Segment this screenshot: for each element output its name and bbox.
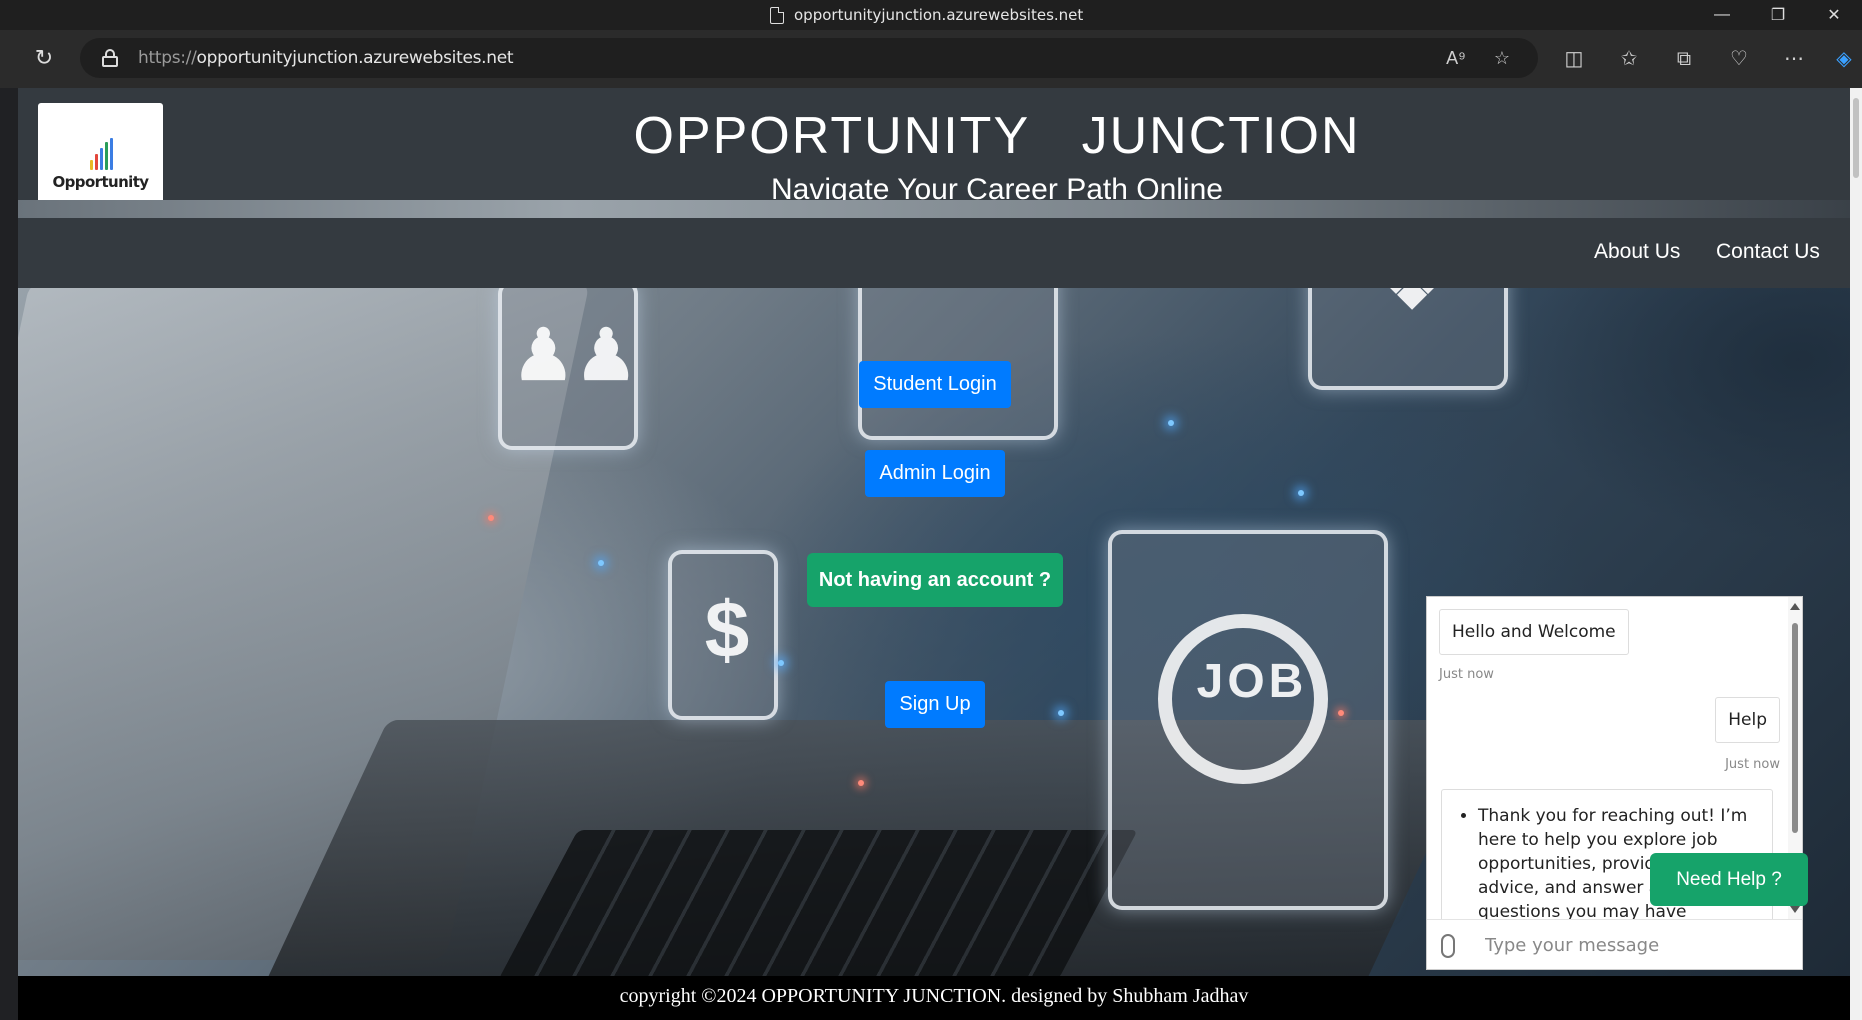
job-card: JOB <box>1108 530 1388 910</box>
refresh-icon[interactable]: ↻ <box>30 44 58 72</box>
browser-essentials-icon[interactable]: ♡ <box>1725 45 1753 73</box>
sparkle <box>598 560 604 566</box>
user-message: Help <box>1715 697 1780 743</box>
address-bar[interactable]: https://opportunityjunction.azurewebsite… <box>80 38 1538 78</box>
favorite-star-icon[interactable]: ☆ <box>1490 46 1514 70</box>
page-viewport: ♟♟ ❖ $ JOB Opportu <box>18 88 1850 1020</box>
document-icon <box>770 6 784 24</box>
url-scheme: https:// <box>138 48 197 68</box>
favorites-icon[interactable]: ✩ <box>1615 45 1643 73</box>
lock-icon[interactable] <box>102 49 118 67</box>
site-title: OPPORTUNITY JUNCTION <box>633 107 1361 165</box>
sparkle <box>488 515 494 521</box>
restore-icon[interactable]: ❐ <box>1750 0 1806 30</box>
magnifier-icon <box>1158 614 1328 784</box>
chat-widget: Hello and Welcome Just now Help Just now… <box>1426 596 1803 970</box>
navbar: About Us Contact Us <box>18 218 1850 288</box>
laptop-keyboard <box>498 830 1138 980</box>
browser-toolbar: ↻ https://opportunityjunction.azurewebsi… <box>0 30 1862 88</box>
url-text[interactable]: https://opportunityjunction.azurewebsite… <box>138 48 514 68</box>
sparkle <box>1058 710 1064 716</box>
collections-icon[interactable]: ⧉ <box>1670 45 1698 73</box>
split-screen-icon[interactable]: ◫ <box>1560 45 1588 73</box>
close-icon[interactable]: ✕ <box>1806 0 1862 30</box>
tab-title: opportunityjunction.azurewebsites.net <box>770 6 1083 24</box>
more-icon[interactable]: ⋯ <box>1780 45 1808 73</box>
message-timestamp: Just now <box>1725 757 1780 772</box>
sign-up-button[interactable]: Sign Up <box>885 681 985 728</box>
scroll-up-icon[interactable] <box>1790 603 1800 610</box>
browser-title-bar: opportunityjunction.azurewebsites.net — … <box>0 0 1862 30</box>
chat-message-input[interactable] <box>1485 930 1685 960</box>
banner-strip <box>18 200 1850 218</box>
chat-input-row <box>1427 919 1802 969</box>
tab-title-text: opportunityjunction.azurewebsites.net <box>794 6 1084 24</box>
minimize-icon[interactable]: — <box>1694 0 1750 30</box>
read-aloud-icon[interactable]: A⁹ <box>1444 46 1468 70</box>
people-icon: ♟♟ <box>512 316 638 394</box>
page-scroll-thumb[interactable] <box>1853 98 1859 178</box>
sparkle <box>858 780 864 786</box>
footer: copyright ©2024 OPPORTUNITY JUNCTION. de… <box>18 976 1850 1020</box>
paperclip-icon[interactable] <box>1441 934 1455 958</box>
sparkle <box>1338 710 1344 716</box>
need-help-button[interactable]: Need Help ? <box>1650 853 1808 906</box>
nav-contact-us[interactable]: Contact Us <box>1716 240 1820 264</box>
admin-login-button[interactable]: Admin Login <box>865 450 1005 497</box>
scroll-thumb[interactable] <box>1792 623 1798 833</box>
scroll-down-icon[interactable] <box>1790 906 1800 913</box>
window-controls: — ❐ ✕ <box>1694 0 1862 30</box>
message-timestamp: Just now <box>1439 667 1494 682</box>
sparkle <box>1168 420 1174 426</box>
url-host: opportunityjunction.azurewebsites.net <box>196 48 514 68</box>
bot-message: Hello and Welcome <box>1439 609 1629 655</box>
page-scrollbar[interactable] <box>1850 88 1862 1020</box>
sparkle <box>778 660 784 666</box>
sparkle <box>1298 490 1304 496</box>
copilot-icon[interactable]: ◈ <box>1830 45 1858 73</box>
dollar-glyph: $ <box>704 585 750 674</box>
student-login-button[interactable]: Student Login <box>859 361 1011 408</box>
people-card: ♟♟ <box>498 280 638 450</box>
no-account-button[interactable]: Not having an account ? <box>807 553 1063 607</box>
nav-about-us[interactable]: About Us <box>1594 240 1680 264</box>
dollar-card: $ <box>668 550 778 720</box>
